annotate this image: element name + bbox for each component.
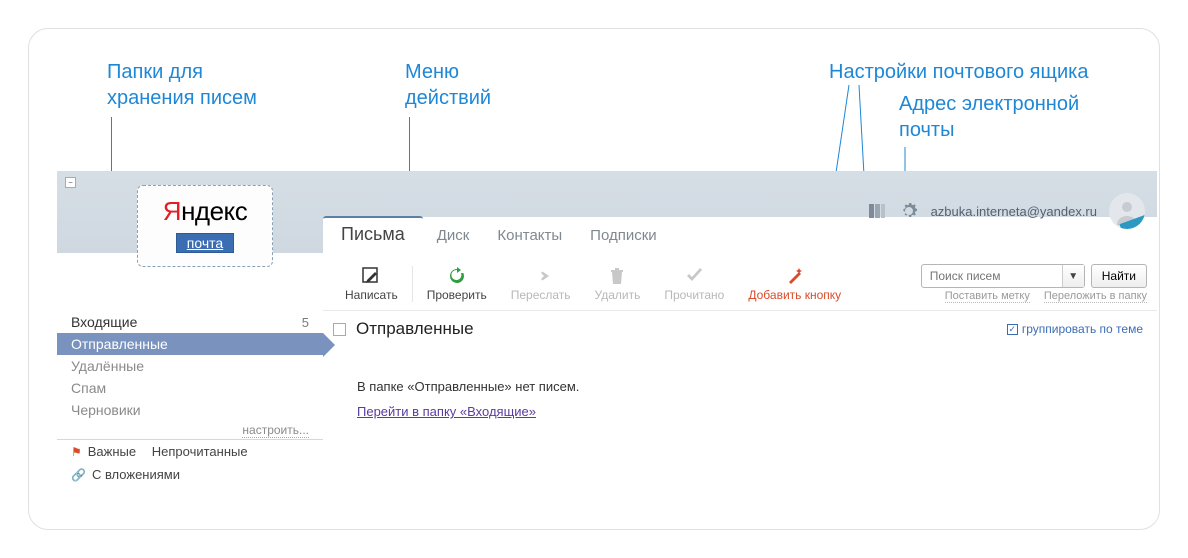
tab-disk[interactable]: Диск [423, 219, 484, 253]
service-tabs: Письма Диск Контакты Подписки [323, 217, 671, 253]
empty-state: В папке «Отправленные» нет писем. Перейт… [357, 379, 579, 419]
check-icon [684, 266, 704, 286]
configure-link[interactable]: настроить... [242, 423, 309, 438]
stage: Папки для хранения писем Меню действий Н… [0, 0, 1188, 558]
folder-spam[interactable]: Спам [57, 377, 323, 399]
filter-important-label: Важные [88, 444, 136, 459]
folder-inbox[interactable]: Входящие 5 [57, 311, 323, 333]
sub-actions: Поставить метку Переложить в папку [945, 290, 1147, 303]
trash-icon [607, 266, 627, 286]
folder-trash[interactable]: Удалённые [57, 355, 323, 377]
toolbar: Написать Проверить Переслать Удалить [323, 253, 1157, 311]
filter-attachments[interactable]: 🔗 С вложениями [57, 463, 323, 486]
folder-drafts[interactable]: Черновики [57, 399, 323, 421]
folders-panel: Входящие 5 Отправленные Удалённые Спам Ч… [57, 311, 323, 486]
wand-icon [785, 266, 805, 286]
check-button[interactable]: Проверить [415, 266, 499, 302]
filter-unread-label: Непрочитанные [152, 444, 248, 459]
folder-title: Отправленные [333, 319, 474, 339]
search-dropdown[interactable]: ▼ [1062, 265, 1084, 287]
find-button[interactable]: Найти [1091, 264, 1147, 288]
group-by-thread[interactable]: ✓ группировать по теме [1007, 322, 1157, 336]
configure-link-row: настроить... [57, 421, 323, 440]
tab-contacts[interactable]: Контакты [483, 219, 576, 253]
mark-action[interactable]: Поставить метку [945, 290, 1030, 303]
folder-label: Спам [71, 380, 106, 396]
delete-button[interactable]: Удалить [583, 266, 653, 302]
filter-attach-label: С вложениями [92, 467, 180, 482]
toolbar-separator [412, 266, 413, 302]
tab-subscriptions[interactable]: Подписки [576, 219, 671, 253]
annotation-settings: Настройки почтового ящика [829, 59, 1088, 85]
toolbar-right: ▼ Найти Поставить метку Переложить в пап… [921, 264, 1147, 303]
goto-inbox-link[interactable]: Перейти в папку «Входящие» [357, 404, 536, 419]
mail-app: − Яндекс почта azbuka.interneta@yandex.r… [57, 171, 1157, 523]
content-header: Отправленные ✓ группировать по теме [333, 319, 1157, 339]
search-row: ▼ Найти [921, 264, 1147, 288]
annotation-actions: Меню действий [405, 59, 491, 111]
flag-icon: ⚑ [71, 445, 82, 459]
search-box: ▼ [921, 264, 1085, 288]
clip-icon: 🔗 [71, 468, 86, 482]
folder-label: Входящие [71, 314, 137, 330]
avatar[interactable] [1109, 193, 1145, 229]
folder-sent[interactable]: Отправленные [57, 333, 323, 355]
forward-icon [531, 266, 551, 286]
logo[interactable]: Яндекс почта [137, 185, 273, 267]
user-email[interactable]: azbuka.interneta@yandex.ru [931, 204, 1097, 219]
folder-label: Черновики [71, 402, 141, 418]
add-button-button[interactable]: Добавить кнопку [736, 266, 853, 302]
select-all-checkbox[interactable] [333, 323, 346, 336]
collapse-button[interactable]: − [65, 177, 76, 188]
move-action[interactable]: Переложить в папку [1044, 290, 1147, 303]
folder-label: Отправленные [71, 336, 168, 352]
compose-icon [361, 266, 381, 286]
empty-text: В папке «Отправленные» нет писем. [357, 379, 579, 394]
folder-count: 5 [302, 315, 309, 330]
top-icons: azbuka.interneta@yandex.ru [867, 193, 1145, 229]
logo-mail-badge: почта [176, 233, 234, 253]
checkbox-icon: ✓ [1007, 324, 1018, 335]
gear-icon[interactable] [899, 201, 919, 221]
annotation-folders: Папки для хранения писем [107, 59, 257, 111]
annotation-email: Адрес электронной почты [899, 91, 1079, 143]
refresh-icon [447, 266, 467, 286]
search-input[interactable] [922, 265, 1062, 287]
group-label: группировать по теме [1022, 322, 1143, 336]
folder-title-text: Отправленные [356, 319, 474, 339]
compose-button[interactable]: Написать [333, 266, 410, 302]
filter-important-unread[interactable]: ⚑ Важные Непрочитанные [57, 440, 323, 463]
forward-button[interactable]: Переслать [499, 266, 583, 302]
themes-icon[interactable] [867, 201, 887, 221]
folder-label: Удалённые [71, 358, 144, 374]
logo-brand: Яндекс [138, 196, 272, 227]
frame: Папки для хранения писем Меню действий Н… [28, 28, 1160, 530]
tab-mail[interactable]: Письма [323, 216, 423, 253]
read-button[interactable]: Прочитано [652, 266, 736, 302]
